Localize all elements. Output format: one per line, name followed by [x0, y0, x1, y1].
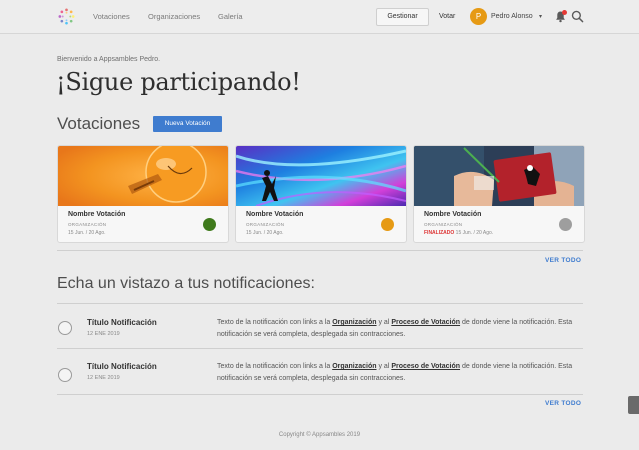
- votar-link[interactable]: Votar: [439, 13, 455, 20]
- footer-copyright: Copyright © Appsambles 2019: [278, 432, 361, 438]
- votacion-organization: ORGANIZACIÓN: [424, 222, 463, 227]
- divider: [57, 303, 583, 304]
- search-icon[interactable]: [571, 10, 584, 23]
- organization-link[interactable]: Organización: [332, 363, 376, 370]
- user-name[interactable]: Pedro Alonso: [491, 13, 533, 20]
- nav-link-votaciones[interactable]: Votaciones: [93, 12, 130, 21]
- ver-todo-votaciones-link[interactable]: VER TODO: [545, 257, 581, 264]
- divider: [57, 250, 583, 251]
- page-title: ¡Sigue participando!: [56, 68, 301, 96]
- welcome-text: Bienvenido a Appsambles Pedro.: [57, 56, 161, 63]
- votacion-status: FINALIZADO: [424, 230, 455, 236]
- status-indicator-dot: [381, 218, 394, 231]
- status-indicator-dot: [559, 218, 572, 231]
- notification-text: Texto de la notificación con links a la …: [217, 361, 577, 385]
- votacion-title: Nombre Votación: [68, 211, 126, 218]
- votacion-card[interactable]: Nombre Votación ORGANIZACIÓN FINALIZADO …: [413, 145, 585, 243]
- gestionar-button[interactable]: Gestionar: [376, 8, 429, 26]
- notification-text-part: y al: [376, 363, 392, 370]
- notification-text-part: y al: [376, 319, 392, 326]
- votacion-dates: FINALIZADO 15 Jun. / 20 Ago.: [424, 230, 493, 236]
- divider: [57, 394, 583, 395]
- votacion-title: Nombre Votación: [424, 211, 482, 218]
- ver-todo-notificaciones-link[interactable]: VER TODO: [545, 400, 581, 407]
- voting-process-link[interactable]: Proceso de Votación: [391, 363, 460, 370]
- notification-text: Texto de la notificación con links a la …: [217, 317, 577, 341]
- votacion-title: Nombre Votación: [246, 211, 304, 218]
- notification-date: 12 ENE 2019: [87, 375, 120, 381]
- avatar[interactable]: P: [470, 8, 487, 25]
- side-tab-handle[interactable]: [628, 396, 639, 414]
- status-indicator-dot: [203, 218, 216, 231]
- notification-date: 12 ENE 2019: [87, 331, 120, 337]
- notification-text-part: Texto de la notificación con links a la: [217, 319, 333, 326]
- votacion-dates-text: 15 Jun. / 20 Ago.: [246, 230, 284, 236]
- nav-link-galeria[interactable]: Galería: [218, 12, 243, 21]
- notification-read-radio[interactable]: [58, 321, 72, 335]
- top-navbar: Votaciones Organizaciones Galería Gestio…: [0, 0, 639, 34]
- divider: [57, 348, 583, 349]
- nueva-votacion-button[interactable]: Nueva Votación: [153, 116, 222, 132]
- notification-title: Título Notificación: [87, 362, 157, 371]
- votacion-dates: 15 Jun. / 20 Ago.: [246, 230, 284, 236]
- lightbulb-image: [58, 146, 228, 206]
- votacion-dates-text: 15 Jun. / 20 Ago.: [68, 230, 106, 236]
- voting-process-link[interactable]: Proceso de Votación: [391, 319, 460, 326]
- votacion-organization: ORGANIZACIÓN: [246, 222, 285, 227]
- appsambles-logo-icon[interactable]: [57, 7, 76, 26]
- writing-notebook-image: [414, 146, 584, 206]
- votacion-dates: 15 Jun. / 20 Ago.: [68, 230, 106, 236]
- votacion-card[interactable]: Nombre Votación ORGANIZACIÓN 15 Jun. / 2…: [57, 145, 229, 243]
- votaciones-section-title: Votaciones: [57, 114, 141, 133]
- abstract-dancer-image: [236, 146, 406, 206]
- app-page: Votaciones Organizaciones Galería Gestio…: [0, 0, 639, 450]
- organization-link[interactable]: Organización: [332, 319, 376, 326]
- nav-link-organizaciones[interactable]: Organizaciones: [148, 12, 200, 21]
- notification-read-radio[interactable]: [58, 368, 72, 382]
- notificaciones-section-title: Echa un vistazo a tus notificaciones:: [57, 275, 315, 292]
- votacion-organization: ORGANIZACIÓN: [68, 222, 107, 227]
- notification-title: Título Notificación: [87, 318, 157, 327]
- notification-text-part: Texto de la notificación con links a la: [217, 363, 333, 370]
- chevron-down-icon[interactable]: ▾: [539, 13, 542, 20]
- votacion-card[interactable]: Nombre Votación ORGANIZACIÓN 15 Jun. / 2…: [235, 145, 407, 243]
- votacion-dates-text: 15 Jun. / 20 Ago.: [455, 230, 494, 236]
- notification-badge: [562, 10, 567, 15]
